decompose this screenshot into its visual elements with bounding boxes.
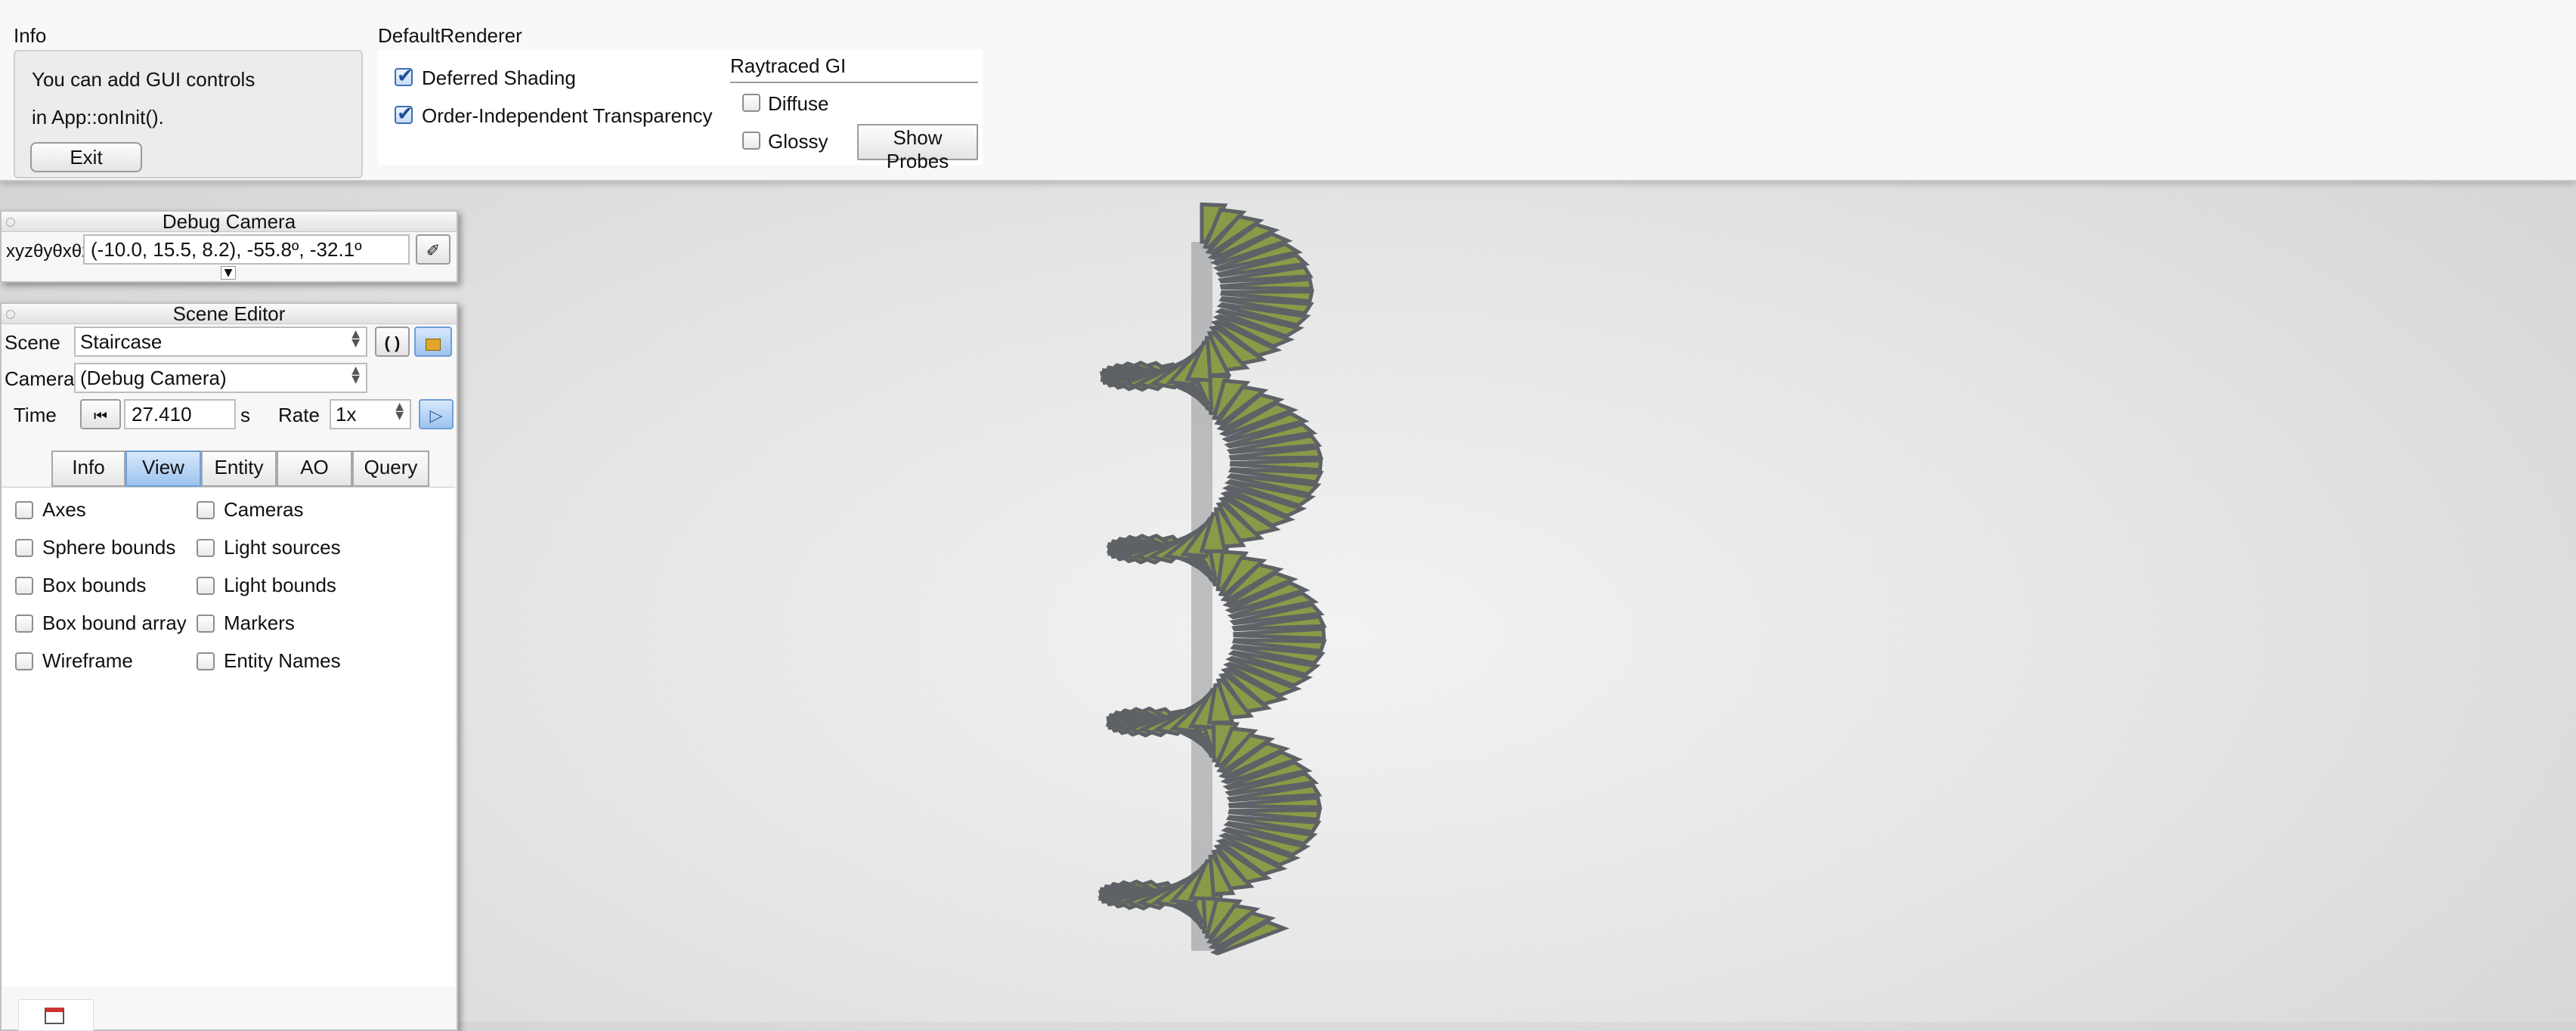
view-option-label: Cameras bbox=[224, 498, 304, 521]
view-option-checkbox[interactable] bbox=[15, 577, 33, 595]
rate-value: 1x bbox=[336, 403, 357, 426]
eraser-icon: ✐ bbox=[426, 241, 441, 261]
scene-editor-title: Scene Editor bbox=[172, 302, 286, 325]
up-down-arrows-icon: ▲ ▼ bbox=[351, 364, 360, 385]
exit-button[interactable]: Exit bbox=[30, 142, 142, 172]
view-option-label: Sphere bounds bbox=[42, 536, 176, 559]
raytraced-gi-title: Raytraced GI bbox=[730, 54, 847, 77]
view-option-checkbox[interactable] bbox=[15, 652, 33, 670]
view-option-checkbox[interactable] bbox=[197, 539, 215, 557]
dropdown-arrow-icon[interactable]: ▼ bbox=[221, 266, 236, 280]
view-option-label: Light bounds bbox=[224, 574, 336, 596]
view-option-checkbox[interactable] bbox=[15, 501, 33, 519]
debug-camera-titlebar[interactable]: Debug Camera bbox=[2, 212, 457, 232]
reload-scene-button[interactable]: ( ) bbox=[375, 327, 410, 357]
rewind-icon: ⏮ bbox=[94, 406, 107, 425]
deferred-shading-label: Deferred Shading bbox=[422, 67, 576, 89]
camera-label: Camera bbox=[5, 367, 75, 390]
camera-coords-value: (-10.0, 15.5, 8.2), -55.8º, -32.1º bbox=[91, 238, 362, 261]
scene-editor-titlebar[interactable]: Scene Editor bbox=[2, 304, 457, 324]
view-option-label: Wireframe bbox=[42, 649, 133, 672]
debug-camera-title: Debug Camera bbox=[162, 210, 296, 233]
rate-select[interactable]: 1x ▲ ▼ bbox=[330, 399, 411, 429]
tab-panel: Axes Sphere bounds Box bounds Box bound arr… bbox=[2, 487, 455, 986]
scene-select[interactable]: Staircase ▲ ▼ bbox=[74, 327, 367, 357]
camera-select[interactable]: (Debug Camera) ▲ ▼ bbox=[74, 363, 367, 393]
glossy-label: Glossy bbox=[768, 130, 828, 153]
view-option-checkbox[interactable] bbox=[197, 615, 215, 633]
play-icon: ▷ bbox=[429, 406, 443, 426]
view-option-checkbox[interactable] bbox=[197, 652, 215, 670]
tab-info[interactable]: Info bbox=[51, 450, 125, 487]
glossy-checkbox[interactable] bbox=[742, 132, 760, 150]
rewind-button[interactable]: ⏮ bbox=[80, 399, 121, 429]
up-down-arrows-icon: ▲ ▼ bbox=[351, 328, 360, 349]
reload-icon: ( ) bbox=[384, 333, 401, 352]
time-field[interactable]: 27.410 bbox=[124, 399, 236, 429]
renderer-group: Deferred Shading Order-Independent Trans… bbox=[378, 50, 983, 172]
view-option-checkbox[interactable] bbox=[197, 577, 215, 595]
oit-label: Order-Independent Transparency bbox=[422, 104, 713, 127]
camera-value: (Debug Camera) bbox=[80, 367, 227, 389]
show-probes-button[interactable]: Show Probes bbox=[857, 124, 978, 172]
time-value: 27.410 bbox=[132, 403, 192, 426]
tab-bar: Info View Entity AO Query bbox=[51, 450, 429, 487]
window-close-dot[interactable] bbox=[6, 310, 15, 319]
debug-camera-window: Debug Camera xyzθyθxθz (-10.0, 15.5, 8.2… bbox=[0, 210, 458, 283]
rate-label: Rate bbox=[278, 404, 320, 426]
view-option-label: Entity Names bbox=[224, 649, 341, 672]
eraser-button[interactable]: ✐ bbox=[416, 234, 450, 265]
tab-view[interactable]: View bbox=[125, 450, 201, 487]
spiral-staircase-model bbox=[1098, 202, 1327, 955]
scene-value: Staircase bbox=[80, 330, 163, 353]
time-label: Time bbox=[14, 404, 57, 426]
info-line-2: in App::onInit(). bbox=[32, 106, 164, 128]
view-option-label: Box bounds bbox=[42, 574, 147, 596]
renderer-title: DefaultRenderer bbox=[378, 24, 522, 47]
info-title: Info bbox=[14, 24, 47, 47]
view-option-label: Markers bbox=[224, 611, 295, 634]
gi-divider bbox=[730, 82, 978, 83]
window-close-dot[interactable] bbox=[6, 218, 15, 227]
diffuse-checkbox[interactable] bbox=[742, 94, 760, 112]
info-group: You can add GUI controls in App::onInit(… bbox=[14, 50, 363, 178]
oit-checkbox[interactable] bbox=[395, 103, 413, 125]
lock-icon bbox=[426, 338, 441, 351]
view-option-checkbox[interactable] bbox=[15, 539, 33, 557]
top-panel: Info You can add GUI controls in App::on… bbox=[0, 0, 2576, 181]
info-line-1: You can add GUI controls bbox=[32, 68, 255, 91]
minimized-window-button[interactable] bbox=[18, 999, 94, 1031]
view-option-label: Box bound array bbox=[42, 611, 187, 634]
camera-coords-field[interactable]: (-10.0, 15.5, 8.2), -55.8º, -32.1º bbox=[83, 234, 410, 265]
diffuse-label: Diffuse bbox=[768, 92, 829, 115]
view-option-checkbox[interactable] bbox=[15, 615, 33, 633]
up-down-arrows-icon: ▲ ▼ bbox=[395, 401, 404, 422]
camera-coords-label: xyzθyθxθz bbox=[6, 241, 91, 262]
view-option-label: Light sources bbox=[224, 536, 341, 559]
lock-button[interactable] bbox=[414, 327, 452, 357]
time-unit: s bbox=[240, 404, 250, 426]
view-option-checkbox[interactable] bbox=[197, 501, 215, 519]
view-option-label: Axes bbox=[42, 498, 86, 521]
tab-entity[interactable]: Entity bbox=[201, 450, 277, 487]
deferred-shading-checkbox[interactable] bbox=[395, 65, 413, 88]
scene-editor-window: Scene Editor Scene Staircase ▲ ▼ ( ) Came… bbox=[0, 302, 458, 1031]
tab-query[interactable]: Query bbox=[352, 450, 429, 487]
play-button[interactable]: ▷ bbox=[419, 399, 454, 429]
tab-ao[interactable]: AO bbox=[277, 450, 352, 487]
scene-label: Scene bbox=[5, 331, 60, 354]
